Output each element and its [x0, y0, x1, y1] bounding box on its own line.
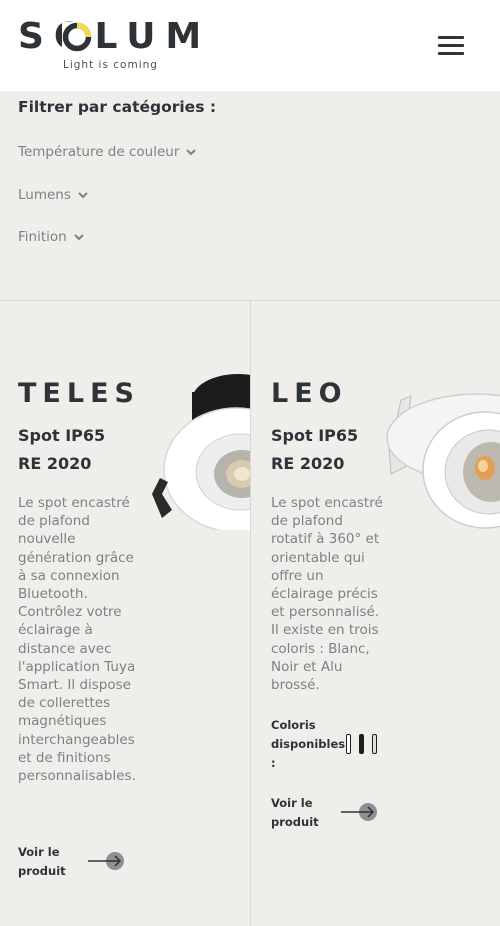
chevron-down-icon	[78, 192, 88, 199]
leo-spot-image	[386, 393, 500, 529]
product-name: LEO	[271, 378, 348, 409]
view-product-link[interactable]: Voir le produit	[271, 794, 331, 832]
logo-tagline: Light is coming	[63, 59, 158, 71]
product-description: Le spot encastré de plafond rotatif à 36…	[271, 495, 383, 694]
product-subtitle: Spot IP65 RE 2020	[271, 422, 391, 478]
logo-wordmark: SOLUM	[18, 16, 212, 57]
view-product-link[interactable]: Voir le produit	[18, 843, 78, 881]
filter-label: Finition	[18, 229, 67, 245]
product-description: Le spot encastré de plafond nouvelle gén…	[18, 495, 136, 785]
chevron-down-icon	[73, 234, 84, 241]
cta-line: produit	[18, 864, 66, 878]
coloris-line: disponibles	[271, 737, 346, 751]
filter-color-temperature[interactable]: Température de couleur	[18, 144, 197, 160]
arrow-right-icon[interactable]	[340, 800, 380, 824]
product-subtitle: Spot IP65 RE 2020	[18, 422, 138, 478]
chevron-down-icon	[186, 149, 197, 156]
arrow-right-icon[interactable]	[87, 849, 127, 873]
site-header: SOLUM Light is coming	[0, 0, 500, 91]
available-colors-label: Coloris disponibles :	[271, 716, 346, 773]
filter-title: Filtrer par catégories :	[18, 98, 217, 116]
coloris-line: Coloris	[271, 718, 316, 732]
product-card-leo[interactable]: LEO Spot IP65 RE 2020 Le spot encastré d…	[251, 300, 500, 926]
color-swatch-black[interactable]	[359, 734, 364, 754]
color-swatch-alu[interactable]	[372, 734, 377, 754]
product-name: TELES	[18, 378, 140, 409]
cta-line: produit	[271, 815, 319, 829]
hamburger-menu-button[interactable]	[436, 34, 466, 58]
product-card-teles[interactable]: TELES Spot IP65 RE 2020 Le spot encastré…	[0, 300, 250, 926]
logo-sun-icon	[62, 22, 92, 52]
solum-logo[interactable]: SOLUM Light is coming	[18, 18, 208, 74]
cta-line: Voir le	[271, 796, 313, 810]
product-subtitle-line: Spot IP65	[271, 426, 359, 445]
filter-label: Température de couleur	[18, 144, 180, 160]
coloris-line: :	[271, 756, 276, 770]
color-swatch-white[interactable]	[346, 734, 351, 754]
product-subtitle-line: RE 2020	[18, 454, 92, 473]
teles-spot-image	[152, 374, 250, 530]
filter-lumens[interactable]: Lumens	[18, 187, 89, 203]
product-subtitle-line: Spot IP65	[18, 426, 106, 445]
filter-label: Lumens	[18, 187, 71, 203]
filter-finition[interactable]: Finition	[18, 229, 85, 245]
product-subtitle-line: RE 2020	[271, 454, 345, 473]
cta-line: Voir le	[18, 845, 60, 859]
